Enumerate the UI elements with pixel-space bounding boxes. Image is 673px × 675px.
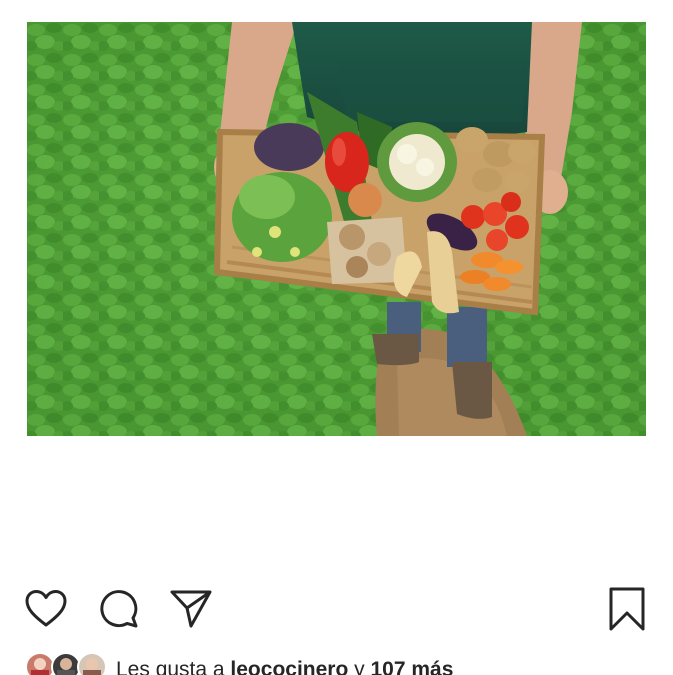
liker-username[interactable]: leococinero	[230, 658, 348, 675]
bookmark-icon	[609, 587, 645, 631]
post-photo[interactable]	[27, 22, 646, 436]
likes-text: Les gusta a leococinero y 107 más	[116, 658, 453, 675]
like-button[interactable]	[22, 585, 70, 633]
post-actions-bar	[0, 585, 673, 633]
heart-icon	[25, 590, 67, 627]
avatar	[77, 652, 107, 675]
save-button[interactable]	[603, 585, 651, 633]
liker-avatars	[25, 650, 111, 675]
instagram-post: Les gusta a leococinero y 107 más	[0, 0, 673, 675]
likes-count[interactable]: 107 más	[370, 658, 453, 675]
comment-button[interactable]	[95, 585, 143, 633]
likes-connector: y	[348, 658, 371, 675]
share-button[interactable]	[167, 585, 215, 633]
likes-prefix: Les gusta a	[116, 658, 231, 675]
comment-icon	[100, 590, 138, 628]
paper-plane-icon	[170, 590, 212, 628]
likes-summary[interactable]: Les gusta a leococinero y 107 más	[25, 650, 665, 675]
vegetable-basket-photo	[27, 22, 646, 436]
